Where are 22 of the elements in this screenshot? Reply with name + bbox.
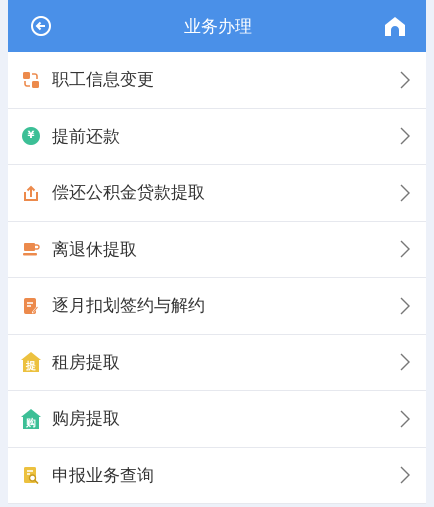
chevron-right-icon <box>400 410 410 428</box>
page-title: 业务办理 <box>184 16 252 38</box>
menu-item[interactable]: 职工信息变更 <box>8 52 426 108</box>
chevron-right-icon <box>400 466 410 484</box>
chevron-right-icon <box>400 240 410 258</box>
chevron-right-icon <box>400 353 410 372</box>
back-icon[interactable] <box>30 15 52 37</box>
menu-item[interactable]: 提 租房提取 <box>8 334 426 391</box>
menu-item[interactable]: 离退休提取 <box>8 222 426 278</box>
chevron-right-icon <box>400 296 410 315</box>
chevron-right-icon <box>400 70 410 89</box>
menu-item[interactable]: 逐月扣划签约与解约 <box>8 278 426 334</box>
menu-item[interactable]: 申报业务查询 <box>8 448 426 504</box>
menu-item[interactable]: ¥ 提前还款 <box>8 108 426 165</box>
house-icon: 购 <box>20 408 42 430</box>
home-icon[interactable] <box>384 15 406 37</box>
chevron-right-icon <box>400 127 410 146</box>
menu-item[interactable]: 偿还公积金贷款提取 <box>8 165 426 222</box>
chevron-right-icon <box>400 184 410 202</box>
menu-item[interactable]: 购 购房提取 <box>8 391 426 448</box>
yen-coin-icon: ¥ <box>22 127 40 146</box>
house-icon: 提 <box>20 351 42 374</box>
